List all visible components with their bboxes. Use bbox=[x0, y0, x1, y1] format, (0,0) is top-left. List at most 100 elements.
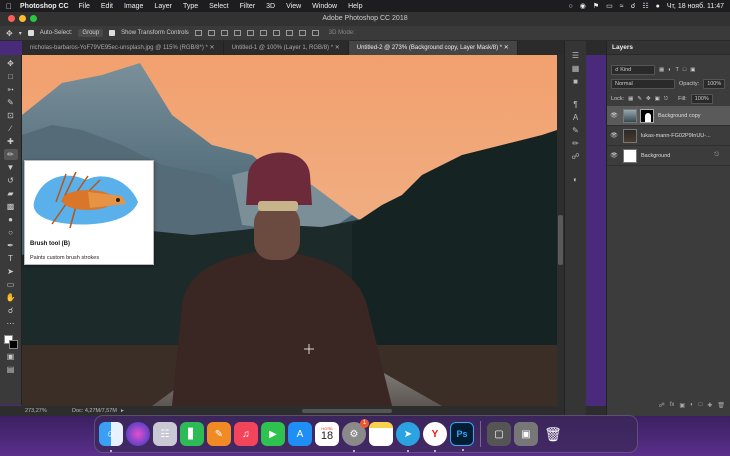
fill-field[interactable]: 100% bbox=[690, 94, 713, 104]
search-icon[interactable]: ☌ bbox=[631, 2, 636, 10]
lock-transparent-icon[interactable]: ▦ bbox=[628, 96, 633, 102]
yandex-browser-icon[interactable]: Y bbox=[423, 422, 447, 452]
filter-smart-icon[interactable]: ▣ bbox=[690, 67, 695, 73]
visibility-eye-icon[interactable]: 👁 bbox=[607, 112, 621, 119]
app-store-icon[interactable]: A bbox=[288, 422, 312, 446]
music-icon[interactable]: ♫ bbox=[234, 422, 258, 446]
system-preferences-icon[interactable]: ⚙ 1 bbox=[342, 419, 369, 452]
clone-stamp-tool-icon[interactable]: ▼ bbox=[4, 162, 18, 173]
align-bottom-icon[interactable] bbox=[220, 30, 228, 36]
recent-window-icon[interactable]: ▣ bbox=[514, 422, 538, 446]
group-icon[interactable]: □ bbox=[699, 402, 703, 412]
finder-icon[interactable]: ☺ bbox=[99, 422, 123, 452]
tab-untitled-1[interactable]: Untitled-1 @ 100% (Layer 1, RGB/8) * ✕ bbox=[224, 41, 349, 55]
menu-filter[interactable]: Filter bbox=[240, 3, 256, 10]
brush-tool-icon[interactable]: ✏ bbox=[3, 149, 18, 160]
telegram-icon[interactable]: ➤ bbox=[396, 422, 420, 452]
link-layers-icon[interactable]: ☍ bbox=[659, 402, 665, 412]
character-icon[interactable]: A bbox=[571, 113, 580, 122]
battery-icon[interactable]: ▭ bbox=[606, 2, 613, 10]
quick-mask-icon[interactable]: ▣ bbox=[4, 351, 18, 362]
menu-help[interactable]: Help bbox=[348, 3, 362, 10]
auto-select-checkbox[interactable] bbox=[27, 30, 34, 36]
opacity-field[interactable]: 100% bbox=[703, 79, 726, 89]
dodge-tool-icon[interactable]: ○ bbox=[4, 227, 18, 238]
lock-position-icon[interactable]: ✥ bbox=[646, 96, 651, 102]
healing-tool-icon[interactable]: ✚ bbox=[4, 136, 18, 147]
photoshop-icon[interactable]: Ps bbox=[450, 422, 474, 451]
lock-all-icon[interactable]: ⎋ bbox=[664, 96, 668, 103]
gradient-tool-icon[interactable]: ▩ bbox=[4, 201, 18, 212]
hand-tool-icon[interactable]: ✋ bbox=[4, 292, 18, 303]
close-icon[interactable]: ✕ bbox=[504, 45, 509, 51]
paragraph-icon[interactable]: ¶ bbox=[571, 100, 580, 109]
lock-pixels-icon[interactable]: ✎ bbox=[637, 96, 642, 102]
control-center-icon[interactable]: ☷ bbox=[642, 2, 648, 10]
layer-row-background-copy[interactable]: 👁 Background copy bbox=[607, 106, 730, 126]
eyedropper-tool-icon[interactable]: ∕ bbox=[4, 123, 18, 134]
wifi-icon[interactable]: ≈ bbox=[620, 3, 624, 10]
layers-panel-title[interactable]: Layers bbox=[607, 41, 730, 55]
fx-icon[interactable]: fx bbox=[670, 402, 675, 412]
layer-mask-thumbnail[interactable] bbox=[640, 108, 654, 123]
menu-image[interactable]: Image bbox=[124, 3, 143, 10]
eraser-tool-icon[interactable]: ▰ bbox=[4, 188, 18, 199]
filter-pixel-icon[interactable]: ▦ bbox=[659, 67, 664, 73]
record-icon[interactable]: ◉ bbox=[580, 2, 586, 10]
filter-adjust-icon[interactable]: ◐ bbox=[668, 67, 671, 73]
menu-layer[interactable]: Layer bbox=[154, 3, 172, 10]
adjustments-icon[interactable]: ◐ bbox=[571, 175, 580, 184]
siri-icon[interactable]: ● bbox=[656, 3, 660, 10]
history-icon[interactable]: ☰ bbox=[571, 51, 580, 60]
menu-edit[interactable]: Edit bbox=[101, 3, 113, 10]
history-brush-tool-icon[interactable]: ↺ bbox=[4, 175, 18, 186]
distribute-v-icon[interactable] bbox=[298, 30, 306, 36]
brushes-icon[interactable]: ✏ bbox=[571, 139, 580, 148]
align-left-icon[interactable] bbox=[233, 30, 241, 36]
swatches-icon[interactable]: ▦ bbox=[571, 64, 580, 73]
crop-tool-icon[interactable]: ⊡ bbox=[4, 110, 18, 121]
blend-mode-dropdown[interactable]: Normal bbox=[611, 79, 675, 89]
zoom-tool-icon[interactable]: ☌ bbox=[4, 305, 18, 316]
tab-untitled-2[interactable]: Untitled-2 @ 273% (Background copy, Laye… bbox=[348, 41, 518, 55]
close-icon[interactable]: ✕ bbox=[210, 45, 215, 51]
apple-icon[interactable]:  bbox=[6, 2, 14, 11]
minimize-window-button[interactable] bbox=[19, 15, 26, 22]
quick-select-tool-icon[interactable]: ✎ bbox=[4, 97, 18, 108]
move-tool-icon[interactable]: ✥ bbox=[6, 29, 13, 38]
downloads-stack-icon[interactable]: ▢ bbox=[487, 422, 511, 446]
align-middle-icon[interactable] bbox=[207, 30, 215, 36]
pages-icon[interactable]: ✎ bbox=[207, 422, 231, 446]
visibility-eye-icon[interactable]: 👁 bbox=[607, 132, 621, 139]
type-tool-icon[interactable]: T bbox=[4, 253, 18, 264]
rectangle-tool-icon[interactable]: ▭ bbox=[4, 279, 18, 290]
creative-cloud-icon[interactable]: ○ bbox=[569, 3, 573, 10]
move-tool-icon[interactable]: ✥ bbox=[4, 58, 18, 69]
align-center-icon[interactable] bbox=[246, 30, 254, 36]
marquee-tool-icon[interactable]: □ bbox=[4, 71, 18, 82]
maximize-window-button[interactable] bbox=[30, 15, 37, 22]
more-tools-icon[interactable]: ⋯ bbox=[4, 318, 18, 329]
status-menu-icon[interactable]: ▸ bbox=[121, 408, 124, 414]
background-color-swatch[interactable] bbox=[8, 340, 18, 349]
auto-select-dropdown[interactable]: Group bbox=[78, 29, 104, 37]
clone-source-icon[interactable]: ☍ bbox=[571, 152, 580, 161]
distribute-h-icon[interactable] bbox=[285, 30, 293, 36]
flag-icon[interactable]: ⚑ bbox=[593, 2, 599, 10]
menu-type[interactable]: Type bbox=[183, 3, 198, 10]
menu-clock[interactable]: Чт, 18 нояб. 11:47 bbox=[667, 3, 724, 10]
lasso-tool-icon[interactable]: ➳ bbox=[4, 84, 18, 95]
menu-window[interactable]: Window bbox=[312, 3, 337, 10]
blur-tool-icon[interactable]: ● bbox=[4, 214, 18, 225]
visibility-eye-icon[interactable]: 👁 bbox=[607, 152, 621, 159]
screen-mode-icon[interactable]: ▤ bbox=[4, 364, 18, 375]
auto-align-icon[interactable] bbox=[311, 30, 319, 36]
close-window-button[interactable] bbox=[8, 15, 15, 22]
path-select-tool-icon[interactable]: ➤ bbox=[4, 266, 18, 277]
trash-icon[interactable]: 🗑 bbox=[541, 422, 565, 446]
add-mask-icon[interactable]: ▣ bbox=[679, 402, 685, 412]
tab-nicholas-barbaros[interactable]: nicholas-barbaros-YoF79VE95ec-unsplash.j… bbox=[22, 41, 224, 55]
launchpad-icon[interactable]: ☷ bbox=[153, 422, 177, 446]
align-right-icon[interactable] bbox=[259, 30, 267, 36]
brush-settings-icon[interactable]: ✎ bbox=[571, 126, 580, 135]
